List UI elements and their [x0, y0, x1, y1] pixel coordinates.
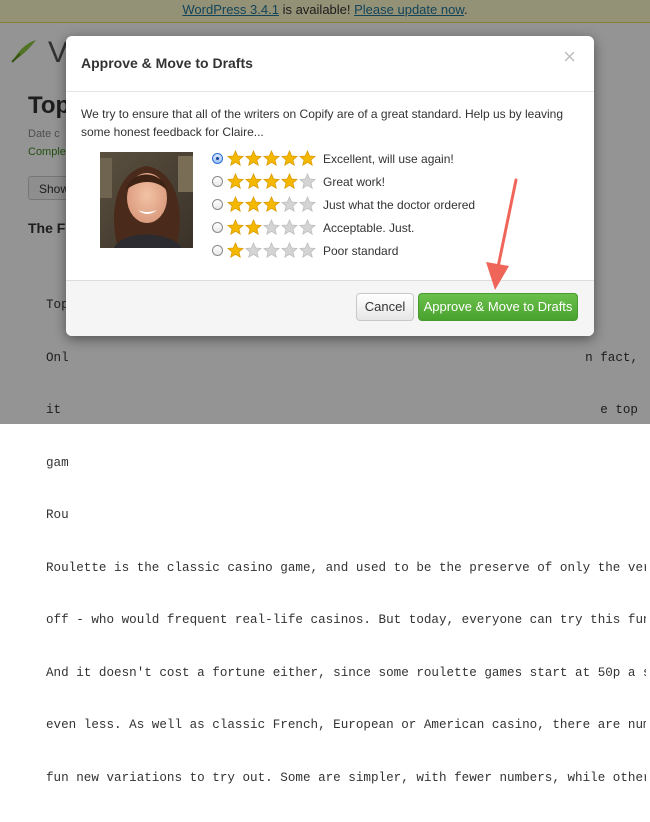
rating-option[interactable]: Excellent, will use again! [212, 147, 475, 170]
dialog-title: Approve & Move to Drafts [81, 55, 253, 71]
radio-button[interactable] [212, 153, 223, 164]
star-empty-icon [299, 196, 316, 213]
rating-label: Just what the doctor ordered [323, 197, 476, 212]
star-empty-icon [281, 242, 298, 259]
star-filled-icon [227, 196, 244, 213]
star-filled-icon [281, 150, 298, 167]
avatar [100, 152, 193, 248]
writer-photo [100, 152, 193, 248]
star-empty-icon [281, 196, 298, 213]
rating-label: Acceptable. Just. [323, 220, 415, 235]
cancel-button[interactable]: Cancel [356, 293, 414, 321]
rating-option[interactable]: Acceptable. Just. [212, 216, 475, 239]
star-rating [227, 173, 317, 190]
radio-button[interactable] [212, 199, 223, 210]
star-filled-icon [227, 219, 244, 236]
star-empty-icon [263, 219, 280, 236]
article-line: And it doesn't cost a fortune either, si… [46, 665, 646, 680]
approve-dialog: Approve & Move to Drafts × We try to ens… [66, 36, 594, 336]
star-filled-icon [263, 150, 280, 167]
rating-label: Poor standard [323, 243, 399, 258]
star-empty-icon [299, 242, 316, 259]
star-filled-icon [245, 173, 262, 190]
star-empty-icon [245, 242, 262, 259]
rating-label: Excellent, will use again! [323, 151, 454, 166]
dialog-intro-text: We try to ensure that all of the writers… [81, 107, 564, 139]
article-line: even less. As well as classic French, Eu… [46, 718, 646, 732]
star-empty-icon [299, 219, 316, 236]
star-filled-icon [281, 173, 298, 190]
star-rating [227, 150, 317, 167]
radio-button[interactable] [212, 176, 223, 187]
article-line: gam [46, 455, 69, 470]
close-icon[interactable]: × [563, 46, 576, 68]
article-line: fun new variations to try out. Some are … [46, 770, 646, 785]
rating-options: Excellent, will use again! Great work! J… [212, 147, 475, 262]
dialog-footer: Cancel Approve & Move to Drafts [66, 280, 594, 336]
star-empty-icon [281, 219, 298, 236]
radio-button[interactable] [212, 222, 223, 233]
rating-option[interactable]: Poor standard [212, 239, 475, 262]
star-rating [227, 242, 317, 259]
star-filled-icon [263, 173, 280, 190]
star-filled-icon [263, 196, 280, 213]
article-line: Roulette is the classic casino game, and… [46, 560, 646, 575]
article-line: off - who would frequent real-life casin… [46, 613, 646, 627]
star-filled-icon [245, 219, 262, 236]
star-filled-icon [245, 150, 262, 167]
article-line: Rou [46, 508, 69, 522]
radio-button[interactable] [212, 245, 223, 256]
approve-move-to-drafts-button[interactable]: Approve & Move to Drafts [418, 293, 578, 321]
star-rating [227, 196, 317, 213]
rating-option[interactable]: Just what the doctor ordered [212, 193, 475, 216]
rating-option[interactable]: Great work! [212, 170, 475, 193]
star-empty-icon [299, 173, 316, 190]
star-filled-icon [245, 196, 262, 213]
star-filled-icon [227, 242, 244, 259]
rating-label: Great work! [323, 174, 386, 189]
star-empty-icon [263, 242, 280, 259]
star-rating [227, 219, 317, 236]
star-filled-icon [227, 150, 244, 167]
dialog-header: Approve & Move to Drafts × [66, 36, 594, 92]
star-filled-icon [299, 150, 316, 167]
star-filled-icon [227, 173, 244, 190]
